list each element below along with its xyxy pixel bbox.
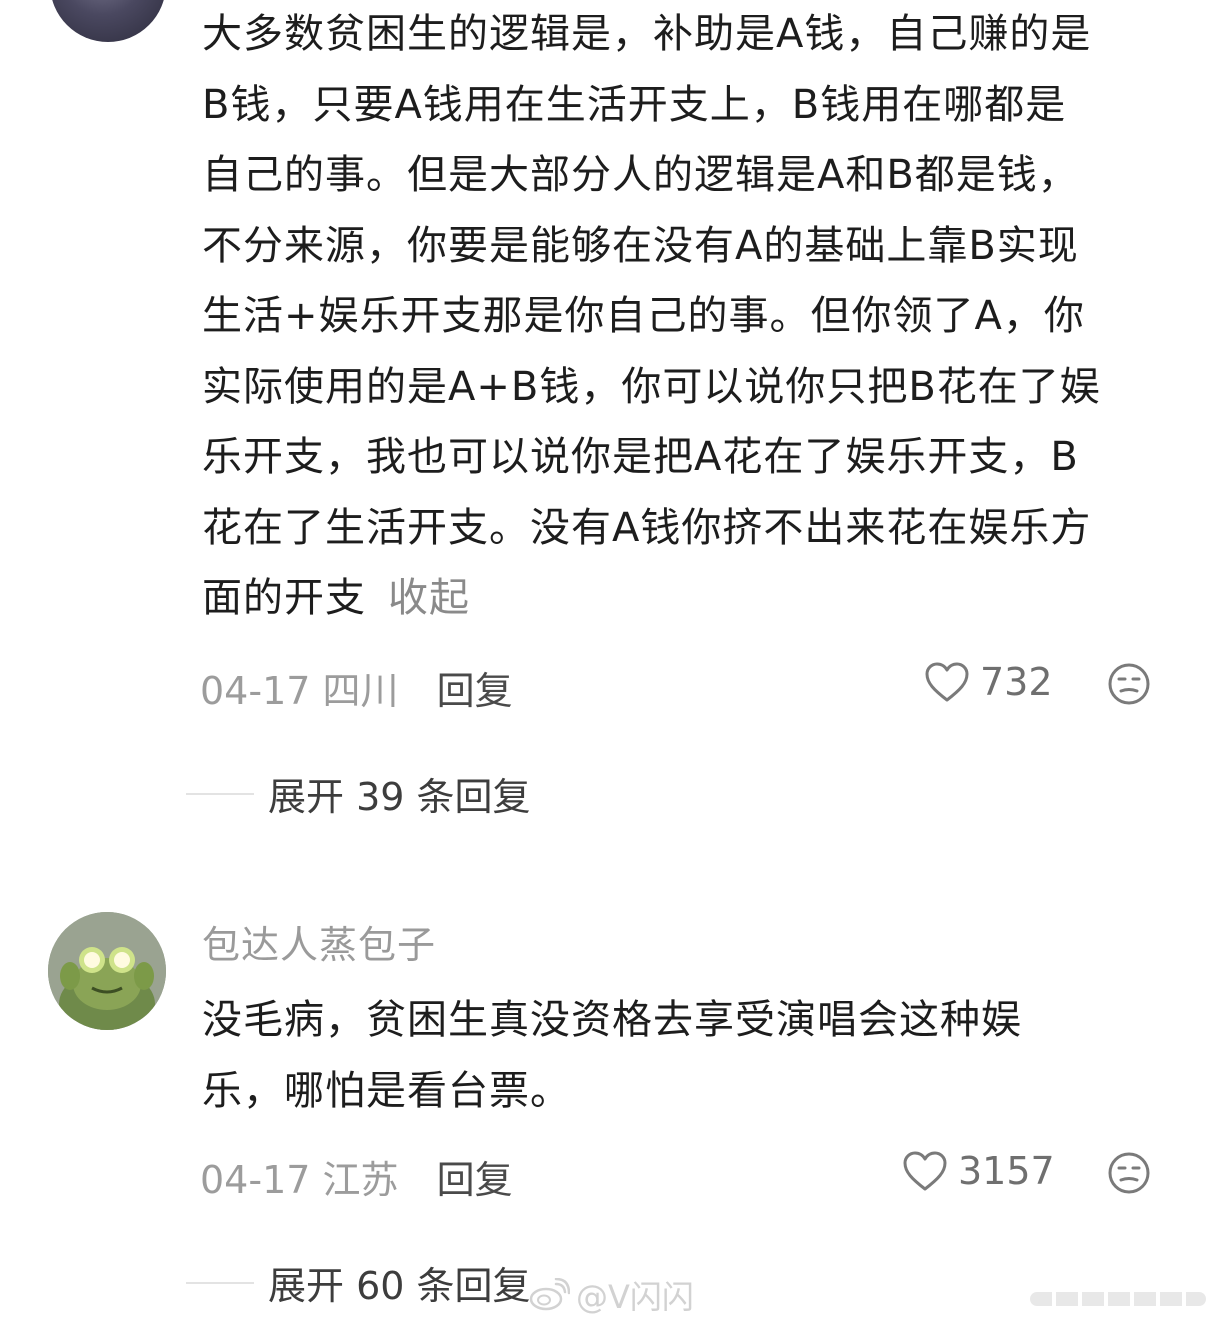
avatar[interactable] bbox=[50, 0, 166, 42]
comment-line: 自己的事。但是大部分人的逻辑是A和B都是钱， bbox=[202, 152, 1079, 198]
comment-location: 江苏 bbox=[322, 1158, 399, 1202]
expand-replies-label: 展开 60 条回复 bbox=[268, 1264, 531, 1308]
comment-line: 面的开支 bbox=[202, 575, 366, 621]
weibo-logo-icon bbox=[529, 1278, 570, 1311]
home-indicator bbox=[1030, 1292, 1206, 1306]
comment-body: 没毛病，贫困生真没资格去享受演唱会这种娱 乐，哪怕是看台票。 bbox=[202, 985, 1192, 1126]
frog-avatar-image bbox=[48, 912, 166, 1030]
reply-button[interactable]: 回复 bbox=[437, 1158, 513, 1202]
avatar[interactable] bbox=[48, 912, 166, 1030]
comment-line: 实际使用的是A+B钱，你可以说你只把B花在了娱 bbox=[202, 363, 1101, 410]
comment-line: 不分来源，你要是能够在没有A的基础上靠B实现 bbox=[202, 222, 1079, 269]
expand-replies-button[interactable]: 展开 39 条回复 bbox=[186, 766, 531, 821]
heart-icon bbox=[925, 662, 969, 702]
comment-line: 乐，哪怕是看台票。 bbox=[202, 1067, 571, 1114]
like-count: 3157 bbox=[958, 1149, 1055, 1193]
comment-line: B钱，只要A钱用在生活开支上，B钱用在哪都是 bbox=[202, 81, 1067, 128]
divider bbox=[186, 1281, 254, 1284]
expand-replies-button[interactable]: 展开 60 条回复 bbox=[186, 1255, 531, 1310]
watermark: @V闪闪 bbox=[528, 1272, 694, 1318]
like-count: 732 bbox=[980, 660, 1053, 704]
comment-line-last: 面的开支 收起 bbox=[202, 563, 1192, 634]
comment-body: 大多数贫困生的逻辑是，补助是A钱，自己赚的是 B钱，只要A钱用在生活开支上，B钱… bbox=[202, 0, 1192, 634]
comment-date: 04-17 bbox=[200, 1158, 311, 1202]
comment-line: 花在了生活开支。没有A钱你挤不出来花在娱乐方 bbox=[202, 504, 1092, 551]
like-button[interactable]: 732 bbox=[924, 660, 1053, 704]
heart-icon bbox=[903, 1151, 947, 1191]
divider bbox=[186, 792, 254, 795]
comment-location: 四川 bbox=[322, 669, 399, 713]
comment-meta: 04-17 四川 回复 bbox=[200, 660, 513, 715]
collapse-link[interactable]: 收起 bbox=[388, 575, 470, 621]
comment-line: 生活+娱乐开支那是你自己的事。但你领了A，你 bbox=[202, 293, 1085, 339]
comment-line: 乐开支，我也可以说你是把A花在了娱乐开支，B bbox=[202, 434, 1079, 480]
meh-face-icon bbox=[1108, 663, 1150, 705]
comment-date: 04-17 bbox=[200, 669, 311, 713]
comment-line: 没毛病，贫困生真没资格去享受演唱会这种娱 bbox=[202, 997, 1022, 1043]
comment-meta: 04-17 江苏 回复 bbox=[200, 1149, 513, 1204]
expand-replies-label: 展开 39 条回复 bbox=[268, 775, 531, 819]
comment-username[interactable]: 包达人蒸包子 bbox=[202, 914, 436, 969]
watermark-text: @V闪闪 bbox=[576, 1278, 694, 1316]
dislike-emoji-button[interactable] bbox=[1107, 1151, 1151, 1195]
reply-button[interactable]: 回复 bbox=[437, 669, 513, 713]
dislike-emoji-button[interactable] bbox=[1107, 662, 1151, 706]
like-button[interactable]: 3157 bbox=[902, 1149, 1055, 1193]
meh-face-icon bbox=[1108, 1152, 1150, 1194]
comment-line: 大多数贫困生的逻辑是，补助是A钱，自己赚的是 bbox=[202, 11, 1092, 57]
